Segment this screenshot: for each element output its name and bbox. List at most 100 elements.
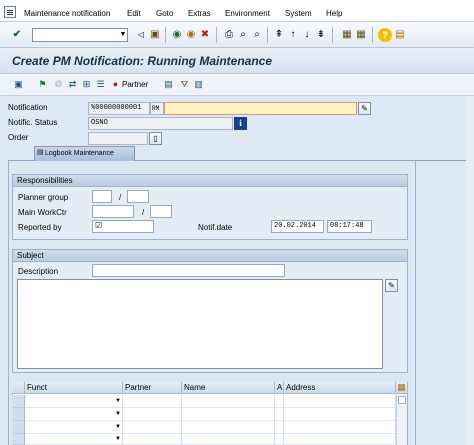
row-selector[interactable] (12, 395, 25, 408)
menu-maintenance-notification[interactable]: Maintenance notification (24, 9, 110, 18)
order-label: Order (8, 133, 29, 142)
menu-extras[interactable]: Extras (188, 9, 211, 18)
funct-dropdown-icon[interactable]: ▼ (114, 434, 122, 445)
long-text-icon[interactable]: ✎ (358, 102, 371, 115)
menu-edit[interactable]: Edit (127, 9, 141, 18)
toolbar-separator (165, 27, 166, 43)
menu-help[interactable]: Help (326, 9, 342, 18)
a-cell (275, 408, 284, 421)
partner-cell[interactable] (123, 421, 182, 434)
main-workctr-field[interactable] (92, 205, 134, 218)
new-session-icon[interactable]: ▦ (340, 28, 354, 42)
partner-cell[interactable] (123, 408, 182, 421)
planner-group-field[interactable] (92, 190, 112, 203)
edit-long-text-icon[interactable]: ✎ (385, 279, 398, 292)
funct-dropdown-icon[interactable]: ▼ (114, 395, 122, 408)
description-field[interactable] (92, 264, 285, 277)
subject-title: Subject (13, 250, 407, 262)
address-cell (284, 395, 396, 408)
reported-by-label: Reported by (18, 223, 62, 232)
last-page-icon[interactable]: ⇟ (314, 28, 328, 42)
partner-icon[interactable]: ● (109, 78, 122, 91)
help-icon[interactable]: ? (378, 28, 392, 42)
notification-text-field[interactable] (164, 102, 357, 115)
partner-button[interactable]: Partner (122, 80, 148, 89)
next-page-icon[interactable]: ↓ (300, 28, 314, 42)
address-cell (284, 421, 396, 434)
column-partner[interactable]: Partner (123, 382, 182, 394)
column-a[interactable]: A (275, 382, 284, 394)
command-history-dropdown-icon[interactable]: ▼ (118, 28, 128, 42)
save-icon[interactable]: ▣ (148, 28, 162, 42)
find-next-icon[interactable]: ⌕ (250, 28, 264, 42)
document-icon[interactable]: ▥ (192, 78, 205, 91)
scroll-up-icon[interactable] (398, 396, 406, 404)
a-cell (275, 395, 284, 408)
cancel-icon[interactable]: ✖ (198, 28, 212, 42)
list-icon[interactable]: ☰ (94, 78, 107, 91)
tab-logbook-maintenance[interactable]: Logbook Maintenance (34, 146, 135, 161)
layout-icon[interactable]: ▤ (393, 28, 407, 42)
cycle-icon[interactable]: ♲ (52, 78, 65, 91)
system-menu-icon[interactable] (4, 6, 16, 18)
print-icon[interactable]: ⎙ (222, 28, 236, 42)
row-selector[interactable] (12, 408, 25, 421)
menu-environment[interactable]: Environment (225, 9, 270, 18)
toolbar-separator (216, 27, 217, 43)
a-cell (275, 434, 284, 445)
back-icon[interactable]: ◉ (170, 28, 184, 42)
flag-icon[interactable]: ⚑ (36, 78, 49, 91)
reported-by-checkbox-icon: ☑ (95, 221, 103, 230)
main-workctr-plant-field[interactable] (150, 205, 172, 218)
menu-goto[interactable]: Goto (156, 9, 173, 18)
menu-system[interactable]: System (285, 9, 312, 18)
funct-dropdown-icon[interactable]: ▼ (114, 421, 122, 434)
status-info-icon[interactable]: i (234, 117, 247, 130)
funct-cell[interactable] (25, 408, 123, 421)
name-cell (182, 395, 275, 408)
toolbar-separator (372, 27, 373, 43)
partner-cell[interactable] (123, 434, 182, 445)
partner-cell[interactable] (123, 395, 182, 408)
main-workctr-label: Main WorkCtr (18, 208, 67, 217)
toolbar-separator (267, 27, 268, 43)
notif-date-field[interactable]: 20.02.2014 (271, 220, 324, 233)
status-field: OSNO (88, 117, 233, 130)
row-selector[interactable] (12, 434, 25, 445)
exit-icon[interactable]: ◉ (184, 28, 198, 42)
order-document-icon[interactable]: ▯ (149, 132, 162, 145)
first-page-icon[interactable]: ⇞ (272, 28, 286, 42)
notific-status-label: Notific. Status (8, 118, 58, 127)
row-selector[interactable] (12, 421, 25, 434)
table-select-all[interactable] (12, 382, 25, 394)
notification-type-field: RM (150, 102, 164, 115)
column-name[interactable]: Name (182, 382, 275, 394)
filter-icon[interactable]: ⛛ (178, 78, 191, 91)
order-field (88, 132, 148, 145)
funct-cell[interactable] (25, 434, 123, 445)
find-icon[interactable]: ⌕ (236, 28, 250, 42)
shortcut-icon[interactable]: ▦ (354, 28, 368, 42)
catalog-icon[interactable]: ▤ (162, 78, 175, 91)
toolbar-separator (332, 27, 333, 43)
previous-page-icon[interactable]: ↑ (286, 28, 300, 42)
funct-dropdown-icon[interactable]: ▼ (114, 408, 122, 421)
column-address[interactable]: Address (284, 382, 396, 394)
long-text-editor[interactable] (17, 279, 383, 369)
name-cell (182, 421, 275, 434)
display-icon[interactable]: ▣ (12, 78, 25, 91)
funct-cell[interactable] (25, 421, 123, 434)
notif-time-field[interactable]: 08:17:48 (327, 220, 372, 233)
table-configuration-icon[interactable]: ▦ (396, 382, 408, 394)
document-flow-icon[interactable]: ⇄ (66, 78, 79, 91)
notification-label: Notification (8, 103, 48, 112)
enter-icon[interactable]: ✔ (10, 28, 24, 42)
page-scrollbar[interactable] (466, 96, 474, 445)
planner-plant-field[interactable] (127, 190, 149, 203)
history-back-icon[interactable]: ◁ (134, 28, 148, 42)
funct-cell[interactable] (25, 395, 123, 408)
command-field[interactable] (32, 28, 128, 42)
column-funct[interactable]: Funct (25, 382, 123, 394)
tree-icon[interactable]: ⊞ (80, 78, 93, 91)
notification-number-field: %00000000001 (88, 102, 150, 115)
